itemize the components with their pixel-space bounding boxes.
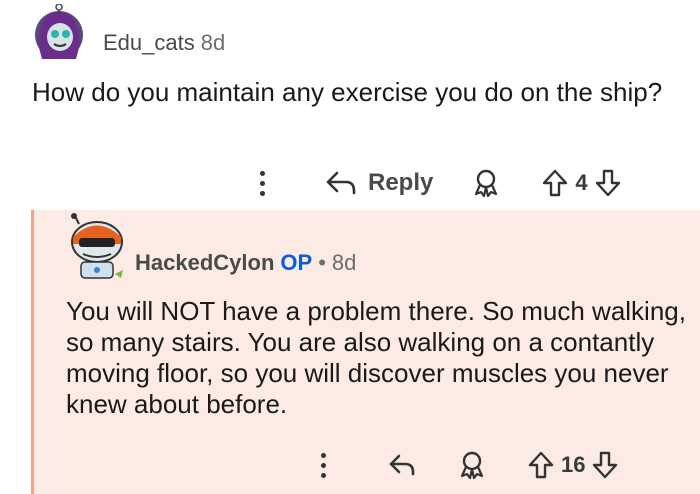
downvote-icon[interactable] [594,168,622,198]
username[interactable]: HackedCylon [135,250,274,275]
upvote-icon[interactable] [541,168,569,198]
vote-count: 4 [575,170,588,195]
vote-count: 16 [561,452,586,477]
reply-button[interactable]: Reply [368,169,433,197]
avatar[interactable] [30,3,88,62]
comment-actions: 16 [315,447,619,483]
timestamp: 8d [200,30,226,55]
comment-body: How do you maintain any exercise you do … [32,77,663,107]
comment-meta: HackedCylon OP • 8d [135,250,356,276]
avatar[interactable] [65,212,127,284]
comment-edu-cats: Edu_cats 8d How do you maintain any exerc… [0,0,700,208]
more-options-icon[interactable] [315,447,331,483]
more-options-icon[interactable] [254,165,270,201]
username[interactable]: Edu_cats [103,30,195,55]
upvote-icon[interactable] [527,450,555,480]
reply-icon[interactable] [387,451,417,479]
separator-dot: • [318,250,326,275]
comment-actions: Reply 4 [254,165,622,201]
thread-line[interactable] [31,210,34,494]
comment-body: You will NOT have a problem there. So mu… [66,296,686,419]
award-icon[interactable] [457,450,487,480]
downvote-icon[interactable] [591,450,619,480]
reply-icon[interactable] [324,169,358,197]
op-badge: OP [280,250,313,275]
award-icon[interactable] [471,168,501,198]
timestamp: 8d [331,250,357,275]
comment-meta: Edu_cats 8d [103,30,225,56]
